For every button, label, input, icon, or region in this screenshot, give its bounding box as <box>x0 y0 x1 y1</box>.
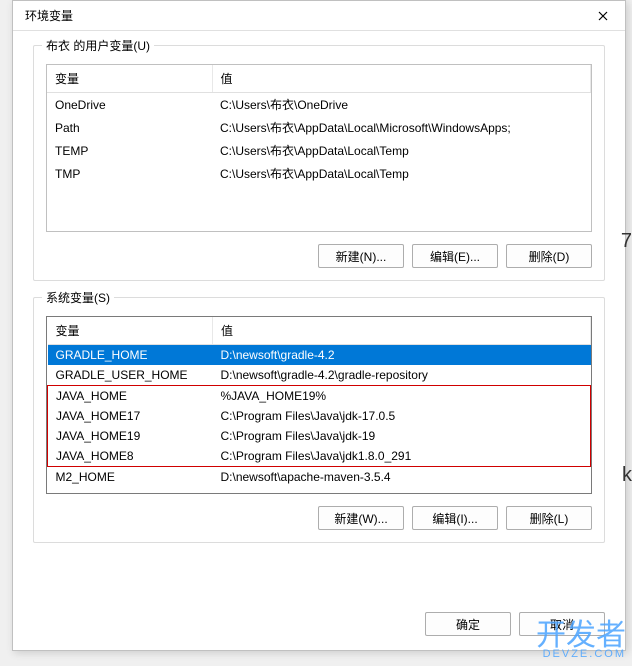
table-row[interactable]: GRADLE_HOMED:\newsoft\gradle-4.2 <box>48 345 591 366</box>
table-row[interactable]: TEMPC:\Users\布衣\AppData\Local\Temp <box>47 139 591 162</box>
system-vars-table-container: 变量 值 GRADLE_HOMED:\newsoft\gradle-4.2GRA… <box>46 316 592 494</box>
dialog-buttons: 确定 取消 <box>425 612 605 636</box>
user-delete-button[interactable]: 删除(D) <box>506 244 592 268</box>
edge-text-2: k <box>622 464 632 487</box>
table-row[interactable]: JAVA_HOME8C:\Program Files\Java\jdk1.8.0… <box>48 446 591 467</box>
table-row[interactable]: OneDriveC:\Users\布衣\OneDrive <box>47 93 591 117</box>
col-header-name[interactable]: 变量 <box>48 317 213 345</box>
var-name: GRADLE_HOME <box>48 345 213 366</box>
table-row[interactable]: JAVA_HOME19C:\Program Files\Java\jdk-19 <box>48 426 591 446</box>
table-header-row: 变量 值 <box>48 317 591 345</box>
var-value: C:\Users\布衣\OneDrive <box>212 93 591 117</box>
var-value: C:\Program Files\Java\jdk1.8.0_291 <box>213 446 591 467</box>
user-edit-button[interactable]: 编辑(E)... <box>412 244 498 268</box>
system-vars-table[interactable]: 变量 值 GRADLE_HOMED:\newsoft\gradle-4.2GRA… <box>47 317 591 487</box>
var-name: M2_HOME <box>48 467 213 488</box>
dialog-title: 环境变量 <box>25 7 73 24</box>
system-vars-title: 系统变量(S) <box>42 289 114 306</box>
var-name: OneDrive <box>47 93 212 117</box>
var-value: C:\Users\布衣\AppData\Local\Temp <box>212 162 591 185</box>
cancel-button[interactable]: 取消 <box>519 612 605 636</box>
var-value: D:\newsoft\apache-maven-3.5.4 <box>213 467 591 488</box>
system-vars-buttons: 新建(W)... 编辑(I)... 删除(L) <box>46 506 592 530</box>
user-vars-buttons: 新建(N)... 编辑(E)... 删除(D) <box>46 244 592 268</box>
env-vars-dialog: 环境变量 布衣 的用户变量(U) 变量 值 OneDriveC:\Users\布… <box>12 0 626 651</box>
col-header-value[interactable]: 值 <box>213 317 591 345</box>
titlebar[interactable]: 环境变量 <box>13 1 625 31</box>
table-header-row: 变量 值 <box>47 65 591 93</box>
var-value: D:\newsoft\gradle-4.2\gradle-repository <box>213 365 591 386</box>
user-vars-table-container: 变量 值 OneDriveC:\Users\布衣\OneDrivePathC:\… <box>46 64 592 232</box>
var-name: Path <box>47 116 212 139</box>
var-name: JAVA_HOME8 <box>48 446 213 467</box>
close-icon <box>598 11 608 21</box>
col-header-name[interactable]: 变量 <box>47 65 212 93</box>
var-value: D:\newsoft\gradle-4.2 <box>213 345 591 366</box>
system-vars-group: 系统变量(S) 变量 值 GRADLE_HOMED:\newsoft\gradl… <box>33 297 605 543</box>
user-vars-table[interactable]: 变量 值 OneDriveC:\Users\布衣\OneDrivePathC:\… <box>47 65 591 185</box>
table-row[interactable]: JAVA_HOME%JAVA_HOME19% <box>48 386 591 407</box>
var-value: C:\Users\布衣\AppData\Local\Microsoft\Wind… <box>212 116 591 139</box>
edge-text-1: 7 <box>621 230 632 253</box>
var-value: C:\Program Files\Java\jdk-17.0.5 <box>213 406 591 426</box>
user-vars-title: 布衣 的用户变量(U) <box>42 37 154 54</box>
var-value: C:\Users\布衣\AppData\Local\Temp <box>212 139 591 162</box>
sys-edit-button[interactable]: 编辑(I)... <box>412 506 498 530</box>
var-name: TEMP <box>47 139 212 162</box>
table-row[interactable]: M2_HOMED:\newsoft\apache-maven-3.5.4 <box>48 467 591 488</box>
dialog-content: 布衣 的用户变量(U) 变量 值 OneDriveC:\Users\布衣\One… <box>13 31 625 573</box>
table-row[interactable]: TMPC:\Users\布衣\AppData\Local\Temp <box>47 162 591 185</box>
col-header-value[interactable]: 值 <box>212 65 591 93</box>
var-name: GRADLE_USER_HOME <box>48 365 213 386</box>
table-row[interactable]: GRADLE_USER_HOMED:\newsoft\gradle-4.2\gr… <box>48 365 591 386</box>
var-value: %JAVA_HOME19% <box>213 386 591 407</box>
table-row[interactable]: PathC:\Users\布衣\AppData\Local\Microsoft\… <box>47 116 591 139</box>
user-new-button[interactable]: 新建(N)... <box>318 244 404 268</box>
sys-delete-button[interactable]: 删除(L) <box>506 506 592 530</box>
close-button[interactable] <box>580 1 625 31</box>
var-name: JAVA_HOME17 <box>48 406 213 426</box>
var-name: JAVA_HOME19 <box>48 426 213 446</box>
var-name: JAVA_HOME <box>48 386 213 407</box>
user-vars-group: 布衣 的用户变量(U) 变量 值 OneDriveC:\Users\布衣\One… <box>33 45 605 281</box>
sys-new-button[interactable]: 新建(W)... <box>318 506 404 530</box>
table-row[interactable]: JAVA_HOME17C:\Program Files\Java\jdk-17.… <box>48 406 591 426</box>
var-value: C:\Program Files\Java\jdk-19 <box>213 426 591 446</box>
var-name: TMP <box>47 162 212 185</box>
ok-button[interactable]: 确定 <box>425 612 511 636</box>
